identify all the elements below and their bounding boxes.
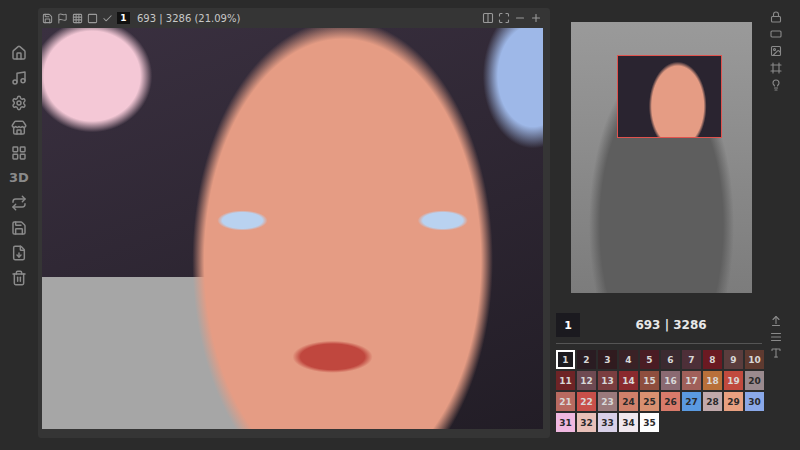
list-icon[interactable] [770, 331, 782, 343]
palette-swatch[interactable]: 21 [556, 392, 575, 411]
palette-swatch[interactable]: 9 [724, 350, 743, 369]
selected-swatch: 1 [556, 313, 580, 337]
upload-icon[interactable] [770, 315, 782, 327]
pixel-count: 693 | 3286 [580, 318, 762, 332]
font-icon[interactable] [770, 347, 782, 359]
app-window: 3D1693 | 3286 (21.09%)1693 | 32861234567… [0, 0, 800, 450]
palette-panel: 1693 | 328612345678910111213141516171819… [556, 313, 762, 432]
canvas-panel: 1 693 | 3286 (21.09%) [38, 8, 550, 438]
palette-swatch[interactable]: 15 [640, 371, 659, 390]
palette-swatch[interactable]: 18 [703, 371, 722, 390]
palette-grid: 1234567891011121314151617181920212223242… [556, 350, 762, 432]
progress-text: 693 | 3286 (21.09%) [137, 13, 240, 24]
palette-swatch[interactable]: 10 [745, 350, 764, 369]
palette-swatch[interactable]: 5 [640, 350, 659, 369]
palette-swatch[interactable]: 24 [619, 392, 638, 411]
palette-swatch[interactable]: 32 [577, 413, 596, 432]
fullscreen-icon[interactable] [498, 12, 510, 24]
sidebar-item[interactable] [11, 194, 27, 211]
palette-swatch[interactable]: 34 [619, 413, 638, 432]
palette-swatch[interactable]: 8 [703, 350, 722, 369]
palette-swatch[interactable]: 31 [556, 413, 575, 432]
palette-swatch[interactable]: 25 [640, 392, 659, 411]
divider [556, 343, 762, 344]
palette-swatch[interactable]: 29 [724, 392, 743, 411]
palette-swatch[interactable]: 23 [598, 392, 617, 411]
pixel-canvas[interactable] [42, 28, 543, 429]
sidebar: 3D [0, 0, 38, 450]
palette-swatch[interactable]: 16 [661, 371, 680, 390]
save-icon[interactable] [42, 13, 53, 24]
palette-swatch[interactable]: 2 [577, 350, 596, 369]
palette-swatch[interactable]: 14 [619, 371, 638, 390]
sidebar-item[interactable] [11, 119, 27, 136]
palette-tools [770, 313, 782, 432]
current-color-badge: 1 [117, 12, 130, 24]
save-icon[interactable] [11, 220, 27, 236]
zoom-out-icon[interactable] [514, 12, 526, 24]
gear-icon[interactable] [11, 95, 27, 111]
palette-swatch[interactable]: 30 [745, 392, 764, 411]
palette-swatch[interactable]: 17 [682, 371, 701, 390]
palette-swatch[interactable]: 33 [598, 413, 617, 432]
preview-image [571, 22, 752, 293]
lock-icon[interactable] [770, 11, 782, 23]
right-panel: 1693 | 328612345678910111213141516171819… [556, 0, 800, 450]
palette-swatch[interactable]: 7 [682, 350, 701, 369]
sidebar-item[interactable] [11, 269, 27, 286]
pattern-icon[interactable] [87, 13, 98, 24]
export-icon[interactable] [11, 245, 27, 261]
sidebar-item[interactable] [11, 69, 27, 86]
sidebar-item[interactable] [11, 219, 27, 236]
palette-swatch[interactable]: 19 [724, 371, 743, 390]
palette-swatch[interactable]: 28 [703, 392, 722, 411]
palette-swatch[interactable]: 26 [661, 392, 680, 411]
store-icon[interactable] [11, 120, 27, 136]
palette-swatch[interactable]: 11 [556, 371, 575, 390]
home-icon[interactable] [11, 45, 27, 61]
check-icon[interactable] [102, 13, 113, 24]
split-icon[interactable] [482, 12, 494, 24]
sidebar-item[interactable] [11, 244, 27, 261]
palette-swatch[interactable]: 27 [682, 392, 701, 411]
preview-tools [770, 0, 782, 293]
selection-row: 1693 | 3286 [556, 313, 762, 337]
sidebar-item[interactable] [11, 94, 27, 111]
swap-icon[interactable] [11, 195, 27, 211]
palette-swatch[interactable]: 4 [619, 350, 638, 369]
grid-icon[interactable] [11, 145, 27, 161]
bulb-icon[interactable] [770, 79, 782, 91]
rectangle-icon[interactable] [770, 28, 782, 40]
palette-swatch[interactable]: 1 [556, 350, 575, 369]
frame-icon[interactable] [770, 62, 782, 74]
sidebar-item[interactable] [11, 144, 27, 161]
palette-swatch[interactable]: 12 [577, 371, 596, 390]
palette-swatch[interactable]: 22 [577, 392, 596, 411]
flag-icon[interactable] [57, 13, 68, 24]
palette-swatch[interactable]: 20 [745, 371, 764, 390]
palette-swatch[interactable]: 6 [661, 350, 680, 369]
grid-icon[interactable] [72, 13, 83, 24]
palette-swatch[interactable]: 35 [640, 413, 659, 432]
sidebar-item[interactable]: 3D [9, 169, 29, 186]
toolbar: 1 693 | 3286 (21.09%) [42, 10, 550, 26]
preview-viewport[interactable] [617, 55, 722, 138]
zoom-in-icon[interactable] [530, 12, 542, 24]
image-icon[interactable] [770, 45, 782, 57]
sidebar-item[interactable] [11, 44, 27, 61]
palette-swatch[interactable]: 13 [598, 371, 617, 390]
music-icon[interactable] [11, 70, 27, 86]
trash-icon[interactable] [11, 270, 27, 286]
palette-swatch[interactable]: 3 [598, 350, 617, 369]
